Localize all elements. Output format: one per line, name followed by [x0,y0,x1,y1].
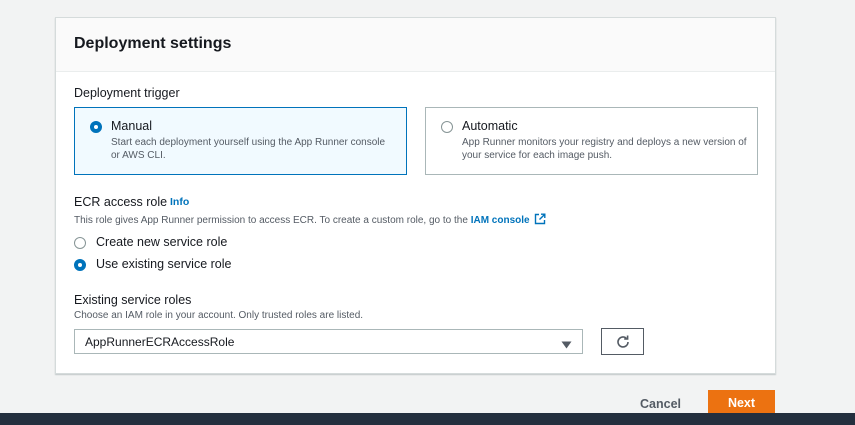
manual-description: Start each deployment yourself using the… [111,137,386,161]
existing-role-select[interactable]: AppRunnerECRAccessRole [74,329,583,354]
external-link-icon[interactable] [534,213,546,228]
caret-down-icon [561,338,572,352]
option-create-new-role[interactable]: Create new service role [74,235,244,251]
panel-title: Deployment settings [74,35,232,52]
use-existing-role-label: Use existing service role [96,257,232,271]
bottom-bar [0,413,855,425]
automatic-title: Automatic [462,119,518,133]
ecr-role-description: This role gives App Runner permission to… [74,213,546,228]
info-link[interactable]: Info [170,196,189,208]
existing-roles-label: Existing service roles [74,293,192,307]
deployment-trigger-label: Deployment trigger [74,86,180,100]
ecr-role-description-text: This role gives App Runner permission to… [74,215,468,226]
refresh-icon [617,335,629,348]
create-new-role-radio[interactable] [74,237,86,249]
refresh-button[interactable] [601,328,644,355]
cancel-button[interactable]: Cancel [640,397,681,411]
automatic-description: App Runner monitors your registry and de… [462,137,747,161]
panel-header: Deployment settings [56,18,775,72]
use-existing-role-radio[interactable] [74,259,86,271]
option-use-existing-role[interactable]: Use existing service role [74,257,249,273]
selected-role-value: AppRunnerECRAccessRole [85,335,235,349]
ecr-access-role-label: ECR access role [74,195,168,209]
deployment-settings-panel: Deployment settings Deployment trigger M… [55,17,776,374]
tile-automatic[interactable]: Automatic App Runner monitors your regis… [425,107,758,175]
tile-manual[interactable]: Manual Start each deployment yourself us… [74,107,407,175]
existing-roles-description: Choose an IAM role in your account. Only… [74,310,364,321]
manual-radio[interactable] [90,121,102,133]
create-new-role-label: Create new service role [96,235,228,249]
iam-console-link[interactable]: IAM console [471,215,530,226]
automatic-radio[interactable] [441,121,453,133]
manual-title: Manual [111,119,152,133]
